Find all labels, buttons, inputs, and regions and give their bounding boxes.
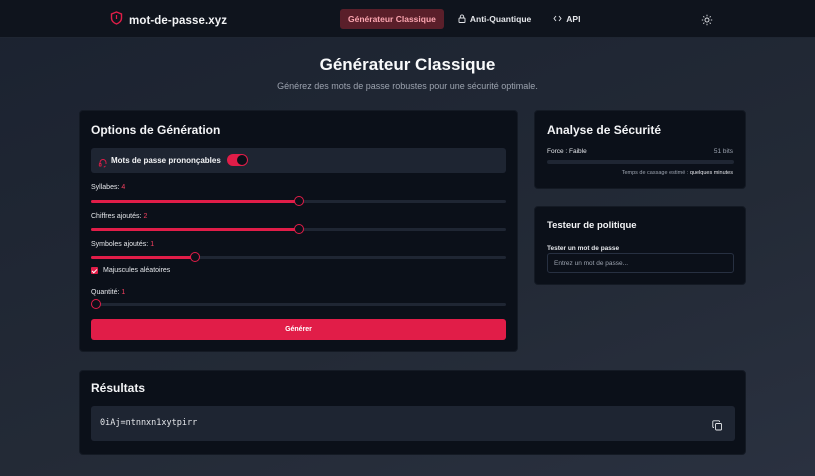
nav-api-label: API: [566, 14, 581, 24]
strength-label: Force : Faible: [547, 148, 587, 155]
policy-password-input[interactable]: [547, 253, 734, 273]
security-analysis-card: Analyse de Sécurité Force : Faible 51 bi…: [534, 110, 746, 189]
theme-toggle-button[interactable]: [701, 13, 713, 31]
quantity-slider-thumb[interactable]: [91, 299, 101, 309]
result-password-box: 0iAj=ntnnxn1xytpirr: [91, 406, 735, 441]
strength-bits: 51 bits: [713, 148, 733, 155]
digits-slider-fill: [91, 228, 299, 231]
quantity-label-text: Quantité:: [91, 289, 120, 296]
symbols-label: Symboles ajoutés: 1: [91, 241, 154, 248]
symbols-slider-thumb[interactable]: [189, 252, 200, 262]
policy-input-label: Tester un mot de passe: [547, 245, 620, 252]
syllables-value: 4: [121, 184, 126, 191]
security-analysis-title: Analyse de Sécurité: [547, 123, 662, 137]
symbols-slider-fill: [91, 256, 195, 259]
digits-label: Chiffres ajoutés: 2: [91, 213, 147, 220]
uppercase-checkbox[interactable]: [91, 267, 98, 274]
code-icon: [553, 14, 562, 24]
page-subtitle: Générez des mots de passe robustes pour …: [277, 81, 538, 91]
generate-button[interactable]: Générer: [91, 319, 506, 340]
crack-time-value: quelques minutes: [689, 170, 733, 176]
generated-password[interactable]: 0iAj=ntnnxn1xytpirr: [100, 418, 197, 428]
generation-options-card: Options de Génération Mots de passe pron…: [79, 110, 518, 352]
page-title: Générateur Classique: [319, 55, 496, 74]
main-nav: Générateur Classique Anti-Quantique API: [340, 9, 588, 29]
brand-logo-link[interactable]: mot-de-passe.xyz: [110, 11, 227, 30]
quantity-label: Quantité: 1: [91, 289, 125, 296]
generation-options-title: Options de Génération: [91, 123, 221, 137]
syllables-label-text: Syllabes:: [91, 184, 120, 191]
syllables-slider[interactable]: [91, 196, 506, 206]
pronounceable-toggle[interactable]: [227, 154, 248, 166]
digits-slider[interactable]: [91, 224, 506, 234]
syllables-label: Syllabes: 4: [91, 184, 125, 191]
policy-tester-card: Testeur de politique Tester un mot de pa…: [534, 206, 746, 285]
policy-tester-title: Testeur de politique: [547, 220, 637, 231]
shield-icon: [110, 11, 123, 30]
syllables-slider-fill: [91, 200, 299, 203]
crack-time-prefix: Temps de cassage estimé :: [621, 170, 689, 176]
nav-classic-generator[interactable]: Générateur Classique: [340, 9, 444, 29]
quantity-value: 1: [121, 289, 126, 296]
nav-anti-quantum[interactable]: Anti-Quantique: [450, 9, 539, 29]
results-title: Résultats: [91, 381, 146, 395]
symbols-value: 1: [150, 241, 155, 248]
nav-anti-quantum-label: Anti-Quantique: [469, 14, 532, 24]
digits-slider-thumb[interactable]: [293, 224, 304, 234]
copy-icon[interactable]: [712, 418, 723, 436]
lock-icon: [458, 14, 466, 25]
nav-classic-generator-label: Générateur Classique: [348, 14, 436, 24]
strength-bar: [547, 160, 734, 164]
brand-name: mot-de-passe.xyz: [129, 14, 228, 27]
headset-icon: [98, 155, 108, 173]
results-card: Résultats 0iAj=ntnnxn1xytpirr: [79, 370, 746, 455]
top-navbar: mot-de-passe.xyz Générateur Classique An…: [0, 0, 815, 38]
digits-label-text: Chiffres ajoutés:: [91, 213, 142, 220]
syllables-slider-thumb[interactable]: [293, 196, 304, 206]
uppercase-option: Majuscules aléatoires: [91, 267, 170, 274]
toggle-knob: [237, 155, 247, 165]
symbols-slider[interactable]: [91, 252, 506, 262]
digits-value: 2: [143, 213, 148, 220]
sun-icon: [701, 13, 713, 30]
pronounceable-row: Mots de passe prononçables: [91, 148, 506, 173]
pronounceable-label: Mots de passe prononçables: [111, 156, 221, 165]
nav-api[interactable]: API: [545, 9, 588, 29]
crack-time: Temps de cassage estimé : quelques minut…: [622, 170, 733, 176]
uppercase-label: Majuscules aléatoires: [103, 267, 171, 274]
symbols-label-text: Symboles ajoutés:: [91, 241, 149, 248]
quantity-slider[interactable]: [91, 299, 506, 309]
